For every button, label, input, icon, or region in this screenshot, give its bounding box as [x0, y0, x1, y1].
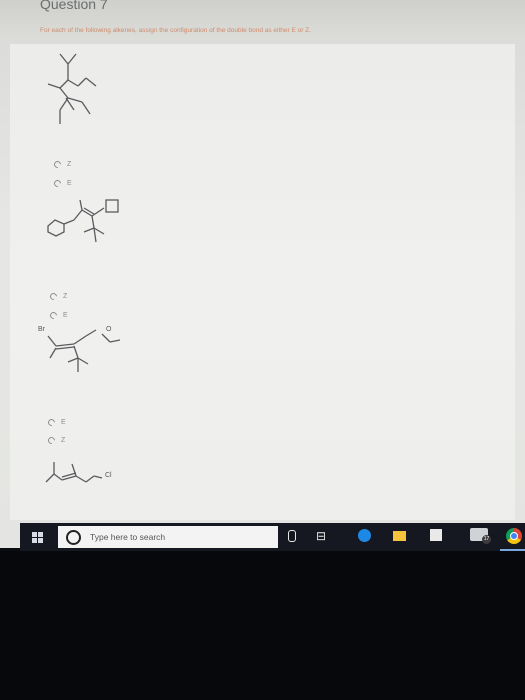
search-placeholder: Type here to search	[90, 532, 166, 542]
radio-icon[interactable]	[46, 417, 57, 428]
monitor-bezel	[0, 551, 525, 700]
atom-label-cl: Cl	[105, 472, 112, 479]
cortana-icon[interactable]	[66, 529, 81, 545]
radio-icon[interactable]	[46, 435, 57, 446]
molecule-3	[47, 329, 121, 372]
store-icon[interactable]	[430, 529, 442, 541]
radio-icon[interactable]	[52, 178, 63, 189]
option-label: Z	[63, 293, 68, 300]
task-view-icon[interactable]: ⊟	[316, 529, 326, 543]
molecule-4	[45, 462, 103, 483]
option-item3-e[interactable]: E	[46, 417, 66, 428]
taskbar: Type here to search ⊟ 17	[20, 523, 525, 551]
edge-browser-icon[interactable]	[358, 529, 371, 542]
option-item2-z[interactable]: Z	[48, 291, 68, 302]
option-label: E	[63, 312, 68, 319]
chrome-icon[interactable]	[506, 528, 522, 544]
option-item1-z[interactable]: Z	[52, 159, 72, 170]
notification-badge: 17	[482, 535, 491, 544]
option-item1-e[interactable]: E	[52, 178, 72, 189]
file-explorer-icon[interactable]	[393, 531, 406, 541]
taskbar-search-input[interactable]: Type here to search	[58, 526, 278, 548]
radio-icon[interactable]	[52, 159, 63, 170]
question-content: Z E Z E Br O E Z Cl	[10, 44, 515, 520]
molecule-1	[47, 53, 97, 124]
header-band: Question 7 For each of the following alk…	[0, 0, 525, 40]
windows-start-icon[interactable]	[32, 532, 43, 543]
option-item2-e[interactable]: E	[48, 310, 68, 321]
question-prompt: For each of the following alkenes, assig…	[40, 27, 312, 34]
option-label: Z	[67, 161, 72, 168]
option-label: E	[67, 180, 72, 187]
molecule-2	[47, 199, 119, 243]
option-item3-z[interactable]: Z	[46, 435, 66, 446]
microphone-icon[interactable]	[288, 530, 296, 542]
question-title: Question 7	[40, 0, 108, 12]
radio-icon[interactable]	[48, 310, 59, 321]
radio-icon[interactable]	[48, 291, 59, 302]
option-label: E	[61, 419, 66, 426]
screen: Question 7 For each of the following alk…	[0, 0, 525, 548]
option-label: Z	[61, 437, 66, 444]
